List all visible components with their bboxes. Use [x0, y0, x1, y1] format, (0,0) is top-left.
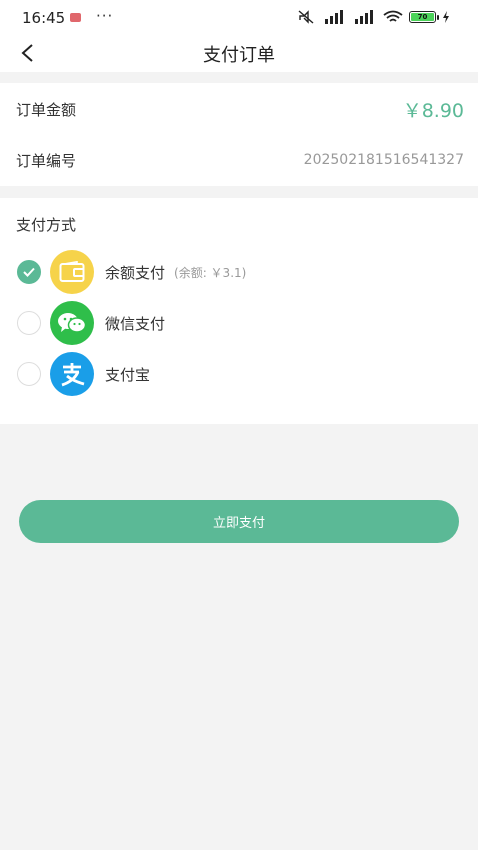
battery-level: 70	[411, 13, 434, 21]
order-number-label: 订单编号	[16, 151, 77, 170]
page-title: 支付订单	[203, 45, 275, 66]
pay-now-button[interactable]: 立即支付	[19, 500, 459, 543]
payment-option-name: 支付宝	[105, 365, 151, 384]
radio-balance[interactable]	[17, 260, 41, 284]
radio-wechat[interactable]	[17, 311, 41, 335]
payment-option-balance[interactable]: 余额支付 (余额: ￥3.1)	[17, 250, 246, 294]
battery-icon: 70	[409, 11, 439, 23]
alipay-icon	[50, 352, 94, 396]
payment-method-card: 支付方式 余额支付 (余额: ￥3.1) 微信支付 支付宝	[0, 198, 478, 424]
charging-icon	[443, 11, 449, 23]
mute-icon	[298, 10, 314, 24]
status-bar: 16:45 ··· 70	[0, 0, 478, 36]
nav-bar: 支付订单	[0, 36, 478, 72]
wallet-icon	[50, 250, 94, 294]
more-notifications-icon: ···	[96, 7, 114, 25]
order-amount-row: 订单金额 ￥8.90	[16, 84, 464, 134]
status-time: 16:45	[22, 9, 66, 27]
order-amount-value: ￥8.90	[402, 99, 464, 122]
payment-option-wechat[interactable]: 微信支付	[17, 301, 165, 345]
check-icon	[23, 267, 35, 277]
balance-amount: (余额: ￥3.1)	[174, 265, 247, 280]
payment-section-title: 支付方式	[16, 216, 77, 234]
wifi-icon	[383, 10, 403, 22]
order-number-value: 202502181516541327	[303, 152, 464, 168]
status-icons: 70	[297, 9, 450, 25]
signal-icon-2	[355, 10, 373, 24]
radio-alipay[interactable]	[17, 362, 41, 386]
notification-icon	[70, 13, 81, 22]
payment-option-name: 微信支付	[105, 314, 166, 333]
payment-option-alipay[interactable]: 支付宝	[17, 352, 150, 396]
wechat-icon	[50, 301, 94, 345]
signal-icon	[325, 10, 343, 24]
order-amount-label: 订单金额	[16, 100, 77, 119]
order-info-card: 订单金额 ￥8.90 订单编号 202502181516541327	[0, 83, 478, 186]
order-number-row: 订单编号 202502181516541327	[16, 135, 464, 185]
payment-option-name: 余额支付	[105, 263, 166, 282]
